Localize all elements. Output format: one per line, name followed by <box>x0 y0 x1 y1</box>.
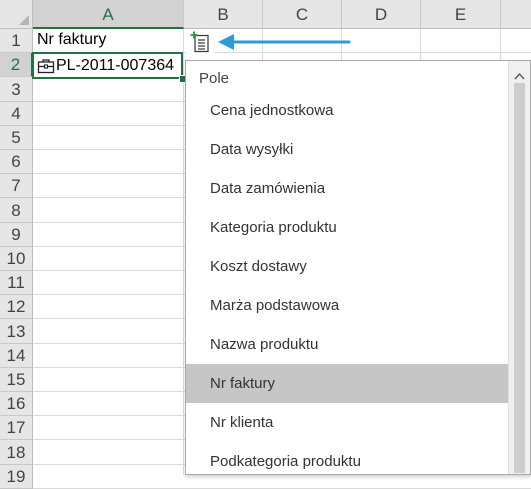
row-header-11[interactable]: 11 <box>0 271 33 295</box>
row-header-3[interactable]: 3 <box>0 77 33 102</box>
dropdown-scrollbar[interactable] <box>508 61 530 474</box>
cell-a1[interactable]: Nr faktury <box>37 31 106 49</box>
dropdown-item[interactable]: Kategoria produktu <box>186 208 508 247</box>
dropdown-item[interactable]: Data wysyłki <box>186 130 508 169</box>
chevron-up-icon <box>514 67 525 80</box>
row-header-7[interactable]: 7 <box>0 174 33 198</box>
column-header-a[interactable]: A <box>33 0 184 29</box>
row-header-14[interactable]: 14 <box>0 344 33 368</box>
insert-data-icon <box>190 31 212 53</box>
dropdown-item[interactable]: Nr klienta <box>186 403 508 442</box>
dropdown-item[interactable]: Data zamówienia <box>186 169 508 208</box>
insert-data-button[interactable] <box>186 30 214 54</box>
row-header-13[interactable]: 13 <box>0 319 33 344</box>
column-header-b[interactable]: B <box>184 0 263 29</box>
cell-a2-value: PL-2011-007364 <box>56 57 175 74</box>
column-gridline <box>183 29 184 475</box>
dropdown-item[interactable]: Marża podstawowa <box>186 286 508 325</box>
row-header-4[interactable]: 4 <box>0 102 33 126</box>
row-header-12[interactable]: 12 <box>0 295 33 319</box>
select-all-corner[interactable] <box>0 0 33 29</box>
row-header-19[interactable]: 19 <box>0 465 33 489</box>
row-header-8[interactable]: 8 <box>0 198 33 223</box>
row-header-18[interactable]: 18 <box>0 440 33 465</box>
cell-a2-active[interactable]: PL-2011-007364 <box>32 52 183 79</box>
row-header-16[interactable]: 16 <box>0 392 33 416</box>
column-header-e[interactable]: E <box>421 0 501 29</box>
dropdown-header: Pole <box>199 70 230 87</box>
row-header-15[interactable]: 15 <box>0 368 33 392</box>
row-header-2[interactable]: 2 <box>0 53 33 77</box>
row-header-1[interactable]: 1 <box>0 29 33 53</box>
dropdown-item[interactable]: Podkategoria produktu <box>186 442 508 474</box>
dropdown-item[interactable]: Cena jednostkowa <box>186 91 508 130</box>
data-type-icon[interactable] <box>37 58 55 74</box>
row-header-10[interactable]: 10 <box>0 247 33 271</box>
field-dropdown[interactable]: Pole Cena jednostkowa Data wysyłki Data za… <box>185 60 531 475</box>
column-header-d[interactable]: D <box>342 0 421 29</box>
arrow-left-icon <box>214 30 354 54</box>
dropdown-item[interactable]: Nr faktury <box>186 364 508 403</box>
select-all-triangle <box>19 15 29 25</box>
column-header-f[interactable] <box>501 0 531 29</box>
row-header-5[interactable]: 5 <box>0 126 33 150</box>
scroll-thumb[interactable] <box>514 83 525 473</box>
scroll-up-button[interactable] <box>509 61 530 81</box>
row-header-17[interactable]: 17 <box>0 416 33 440</box>
row-header-6[interactable]: 6 <box>0 150 33 174</box>
dropdown-item[interactable]: Nazwa produktu <box>186 325 508 364</box>
column-header-c[interactable]: C <box>263 0 342 29</box>
spreadsheet: A B C D E 1 2 3 4 5 6 7 8 9 10 11 12 13 14 15 16 17 18 19 … <box>0 0 531 489</box>
row-header-9[interactable]: 9 <box>0 223 33 247</box>
dropdown-item[interactable]: Koszt dostawy <box>186 247 508 286</box>
